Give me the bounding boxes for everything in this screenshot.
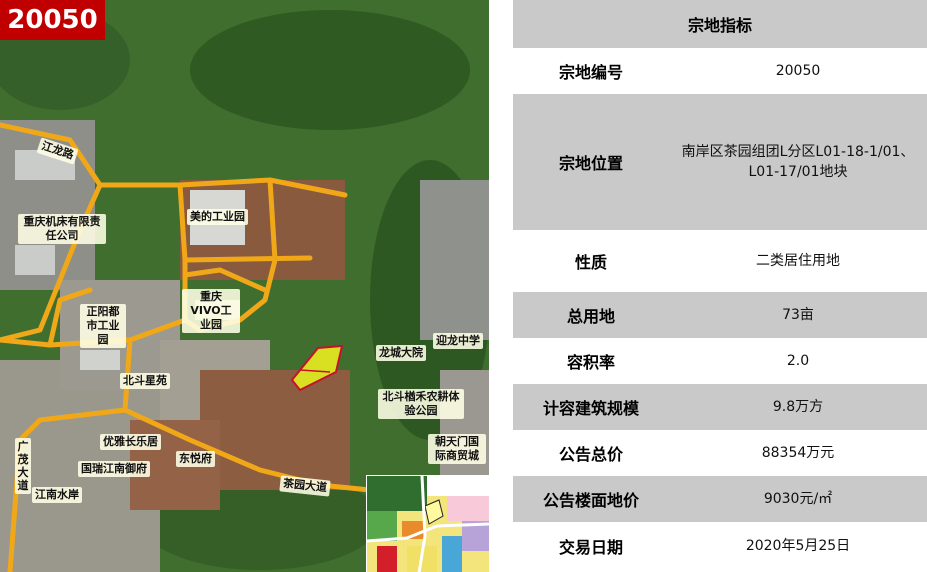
row-value: 88354万元	[761, 445, 835, 461]
table-row-total-price: 公告总价 88354万元	[513, 430, 927, 476]
row-value: 南岸区茶园组团L分区L01-18-1/01、L01-17/01地块	[681, 144, 915, 180]
row-value: 二类居住用地	[756, 253, 840, 269]
row-value: 9030元/㎡	[763, 491, 833, 507]
map-label-midea-park: 美的工业园	[187, 209, 248, 225]
table-header: 宗地指标	[513, 0, 927, 48]
row-label: 交易日期	[558, 538, 623, 557]
row-value: 73亩	[782, 307, 814, 323]
map-label-longcheng-dayuan: 龙城大院	[376, 345, 426, 361]
map-label-youya-changle: 优雅长乐居	[100, 434, 161, 450]
table-row-land-use: 性质 二类居住用地	[513, 230, 927, 292]
row-value: 2020年5月25日	[745, 538, 851, 554]
table-row-parcel-number: 宗地编号 20050	[513, 48, 927, 94]
planning-inset-map	[366, 475, 489, 572]
table-row-plot-ratio: 容积率 2.0	[513, 338, 927, 384]
row-value: 20050	[775, 63, 821, 79]
table-row-floor-price: 公告楼面地价 9030元/㎡	[513, 476, 927, 522]
planning-inset-graphic	[367, 476, 489, 572]
row-label: 总用地	[566, 307, 615, 326]
row-label: 宗地位置	[558, 154, 623, 173]
table-row-total-area: 总用地 73亩	[513, 292, 927, 338]
map-label-zhengyang-park: 正阳都市工业园	[80, 304, 126, 348]
table-row-trade-date: 交易日期 2020年5月25日	[513, 522, 927, 570]
parcel-index-table: 宗地指标 宗地编号 20050 宗地位置 南岸区茶园组团L分区L01-18-1/…	[513, 0, 927, 570]
map-label-beidou-xingyuan: 北斗星苑	[120, 373, 170, 389]
row-label: 容积率	[566, 353, 615, 372]
row-label: 公告总价	[558, 445, 623, 464]
table-row-floor-area: 计容建筑规模 9.8万方	[513, 384, 927, 430]
map-label-guorui-jiangnan: 国瑞江南御府	[78, 461, 150, 477]
parcel-badge: 20050	[0, 0, 105, 40]
row-label: 性质	[574, 253, 607, 272]
table-row-parcel-location: 宗地位置 南岸区茶园组团L分区L01-18-1/01、L01-17/01地块	[513, 94, 927, 230]
row-label: 公告楼面地价	[542, 491, 639, 510]
row-value: 2.0	[786, 353, 810, 369]
satellite-map: 20050 江龙路 重庆机床有限责任公司 美的工业园 重庆VIVO工业园 正阳都…	[0, 0, 489, 572]
row-label: 计容建筑规模	[542, 399, 639, 418]
map-label-chaotianmen-market: 朝天门国际商贸城	[428, 434, 486, 464]
row-value: 9.8万方	[772, 399, 824, 415]
map-label-dongyue-fu: 东悦府	[176, 451, 215, 467]
map-label-vivo-park: 重庆VIVO工业园	[182, 289, 240, 333]
map-label-yinglong-school: 迎龙中学	[433, 333, 483, 349]
row-label: 宗地编号	[558, 63, 623, 82]
map-label-beidou-farm: 北斗楢禾农耕体验公园	[378, 389, 464, 419]
map-label-chongqing-machine: 重庆机床有限责任公司	[18, 214, 106, 244]
map-label-jiangnan-shuian: 江南水岸	[32, 487, 82, 503]
map-label-guangmao-avenue: 广茂大道	[15, 438, 31, 494]
